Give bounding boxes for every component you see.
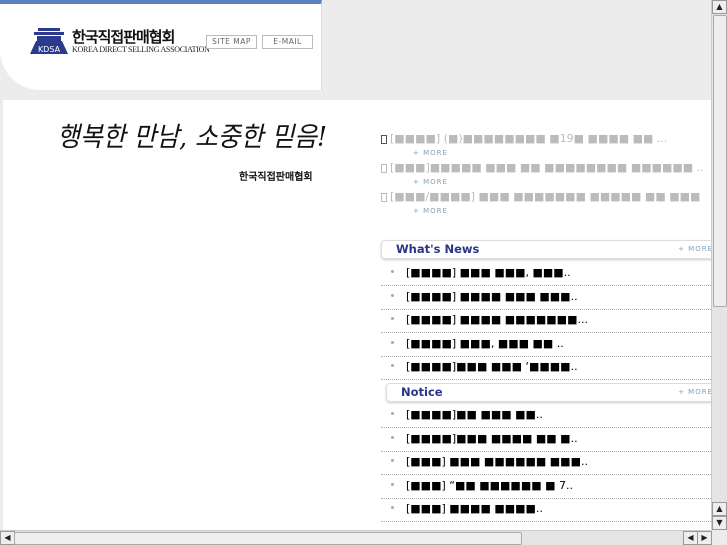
bullet-icon	[391, 412, 394, 415]
scroll-left-arrow-icon[interactable]: ◀	[683, 531, 698, 545]
notice-item-text: [■■■] ■■■■ ■■■■..	[406, 502, 543, 515]
scroll-up-arrow-icon[interactable]: ▲	[712, 502, 727, 516]
scroll-down-arrow-icon[interactable]: ▼	[712, 516, 727, 530]
vertical-scroll-thumb[interactable]	[713, 15, 727, 307]
logo-english-name: KOREA DIRECT SELLING ASSOCIATION	[72, 45, 210, 54]
bullet-icon	[391, 483, 394, 486]
headline-item[interactable]: [■■■]■■■■■ ■■■ ■■ ■■■■■■■■ ■■■■■■ ..	[381, 161, 711, 174]
news-item-text: [■■■■] ■■■ ■■■, ■■■..	[406, 266, 571, 279]
news-item[interactable]: [■■■■]■■■ ■■■ ‘■■■■..	[381, 356, 711, 380]
headline-text: [■■■]■■■■■ ■■■ ■■ ■■■■■■■■ ■■■■■■ ..	[390, 161, 704, 174]
scroll-right-arrow-icon[interactable]: ▶	[697, 531, 712, 545]
logo-abbreviation: KDSA	[38, 45, 61, 54]
site-map-button[interactable]: SITE MAP	[206, 35, 257, 49]
kdsa-logo[interactable]: KDSA 한국직접판매협회 KOREA DIRECT SELLING ASSOC…	[30, 26, 210, 56]
bullet-icon	[391, 270, 394, 273]
bullet-icon	[391, 364, 394, 367]
bullet-icon	[391, 341, 394, 344]
notice-item[interactable]: [■■■] ■■■■ ■■■■..	[381, 498, 711, 522]
bullet-icon	[391, 294, 394, 297]
news-item-text: [■■■■] ■■■■ ■■■■■■■...	[406, 313, 588, 326]
bullet-box-icon	[381, 192, 387, 202]
headline-more-link[interactable]: + MORE	[413, 149, 448, 157]
notice-item[interactable]: [■■■■]■■ ■■■ ■■..	[381, 404, 711, 428]
notice-title: Notice	[401, 385, 443, 399]
kdsa-emblem-icon: KDSA	[30, 28, 68, 54]
news-item-text: [■■■■] ■■■■ ■■■ ■■■..	[406, 290, 578, 303]
horizontal-scrollbar[interactable]: ◀ ◀ ▶	[0, 530, 712, 545]
headline-more-link[interactable]: + MORE	[413, 178, 448, 186]
bullet-box-icon	[381, 163, 387, 173]
whats-news-more-link[interactable]: + MORE	[678, 245, 713, 253]
logo-korean-name: 한국직접판매협회	[72, 28, 175, 46]
horizontal-scroll-thumb[interactable]	[14, 532, 522, 545]
site-header: KDSA 한국직접판매협회 KOREA DIRECT SELLING ASSOC…	[0, 0, 322, 90]
bullet-box-icon	[381, 134, 387, 144]
notice-more-link[interactable]: + MORE	[678, 388, 713, 396]
notice-item[interactable]: [■■■] ■■■ ■■■■■■ ■■■..	[381, 451, 711, 475]
headline-text: [■■■/■■■■] ■■■ ■■■■■■■ ■■■■■ ■■ ■■■	[390, 190, 701, 203]
slogan-calligraphy: 행복한 만남, 소중한 믿음! 한국직접판매협회	[57, 122, 327, 183]
vertical-scrollbar[interactable]: ▲ ▲ ▼	[711, 0, 727, 530]
news-item[interactable]: [■■■■] ■■■, ■■■ ■■ ..	[381, 333, 711, 357]
bullet-icon	[391, 459, 394, 462]
whats-news-title: What's News	[396, 242, 480, 256]
bullet-icon	[391, 506, 394, 509]
news-item[interactable]: [■■■■] ■■■■ ■■■ ■■■..	[381, 286, 711, 310]
news-item[interactable]: [■■■■] ■■■ ■■■, ■■■..	[381, 262, 711, 286]
notice-item-text: [■■■] ■■■ ■■■■■■ ■■■..	[406, 455, 588, 468]
notice-item[interactable]: [■■■] “■■ ■■■■■■ ■ 7..	[381, 475, 711, 499]
headline-more-link[interactable]: + MORE	[413, 207, 448, 215]
notice-item-text: [■■■■]■■■ ■■■■ ■■ ■..	[406, 432, 578, 445]
news-item-text: [■■■■]■■■ ■■■ ‘■■■■..	[406, 360, 578, 373]
bullet-icon	[391, 436, 394, 439]
scroll-up-arrow-icon[interactable]: ▲	[712, 0, 727, 14]
notice-item-text: [■■■■]■■ ■■■ ■■..	[406, 408, 543, 421]
scroll-left-arrow-icon[interactable]: ◀	[0, 531, 15, 545]
headline-text: [■■■■] (■)■■■■■■■■ ■19■ ■■■■ ■■ ...	[390, 132, 668, 145]
notice-header: Notice + MORE	[386, 383, 714, 402]
notice-item-text: [■■■] “■■ ■■■■■■ ■ 7..	[406, 479, 573, 492]
slogan-org-name: 한국직접판매협회	[239, 170, 313, 183]
email-button[interactable]: E-MAIL	[262, 35, 313, 49]
news-item[interactable]: [■■■■] ■■■■ ■■■■■■■...	[381, 309, 711, 333]
whats-news-header: What's News + MORE	[381, 240, 714, 259]
news-item-text: [■■■■] ■■■, ■■■ ■■ ..	[406, 337, 564, 350]
main-content: 행복한 만남, 소중한 믿음! 한국직접판매협회 [■■■■] (■)■■■■■…	[3, 100, 714, 530]
headline-item[interactable]: [■■■■] (■)■■■■■■■■ ■19■ ■■■■ ■■ ...	[381, 132, 711, 145]
headline-item[interactable]: [■■■/■■■■] ■■■ ■■■■■■■ ■■■■■ ■■ ■■■	[381, 190, 711, 203]
notice-item[interactable]: [■■■■]■■■ ■■■■ ■■ ■..	[381, 428, 711, 452]
bullet-icon	[391, 317, 394, 320]
slogan-text: 행복한 만남, 소중한 믿음!	[57, 122, 327, 153]
